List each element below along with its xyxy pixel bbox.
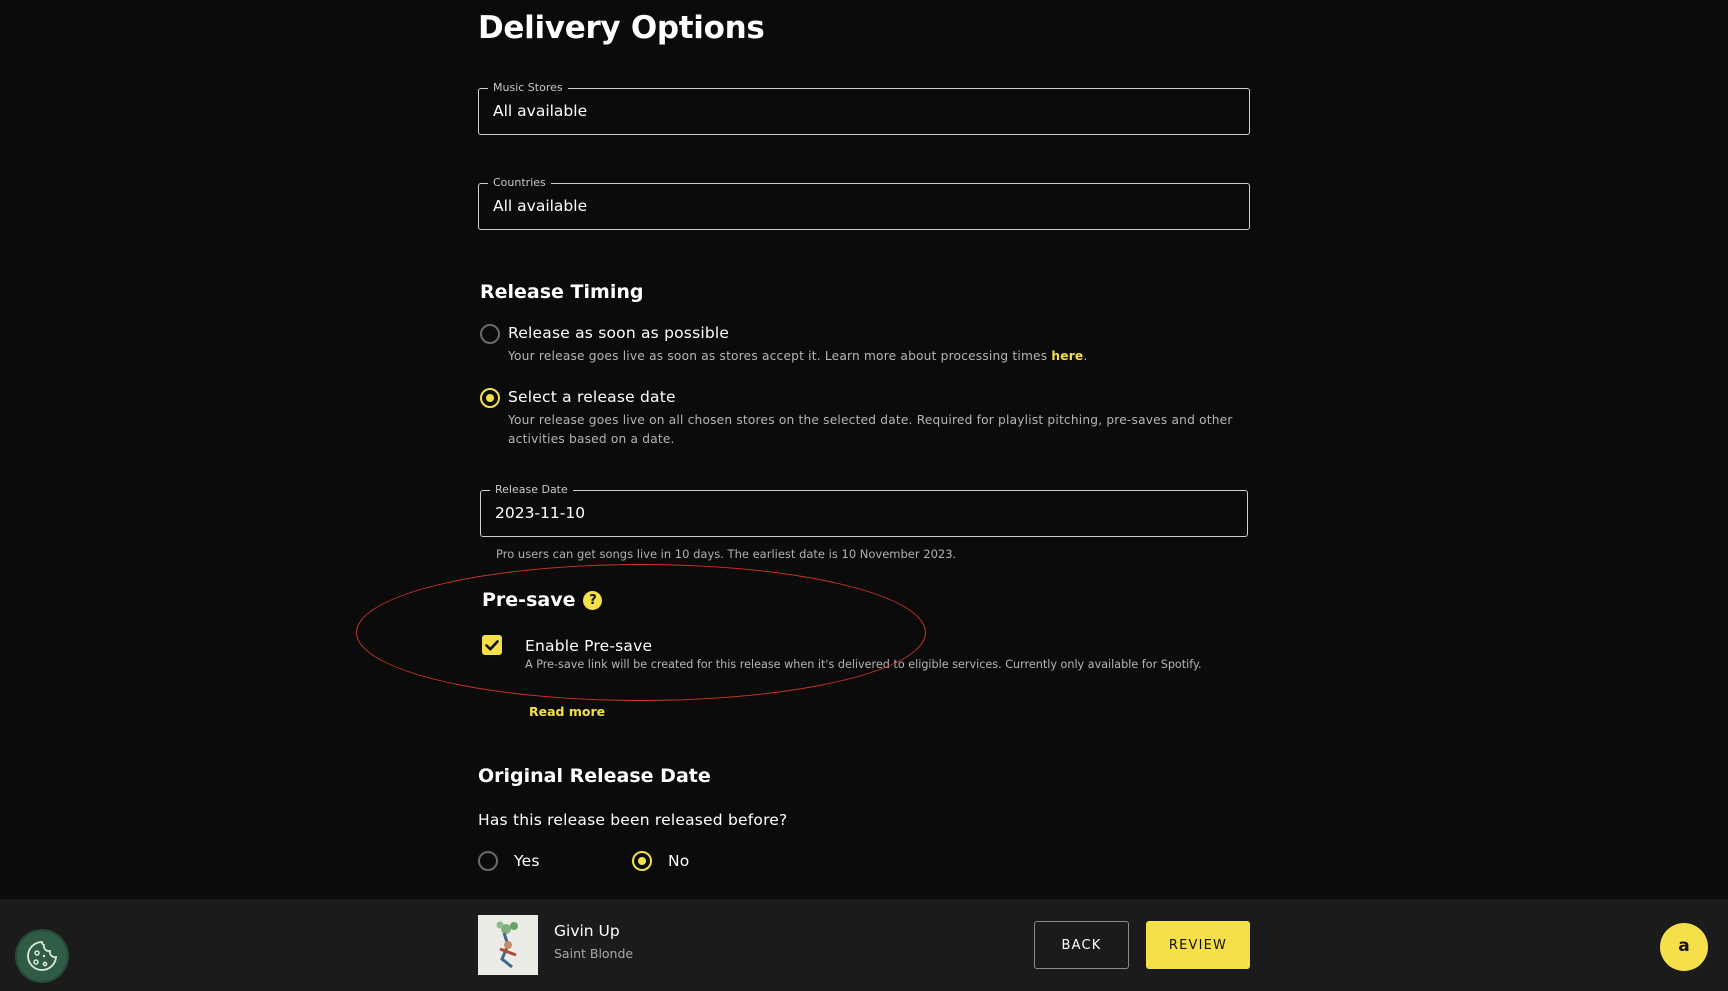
- release-asap-description-suffix: .: [1083, 349, 1088, 363]
- track-title: Givin Up: [554, 922, 620, 940]
- question-icon[interactable]: ?: [583, 591, 603, 610]
- release-asap-radio[interactable]: [480, 324, 500, 344]
- presave-description: A Pre-save link will be created for this…: [525, 658, 1202, 671]
- released-before-yes-radio[interactable]: [478, 851, 498, 871]
- release-asap-description: Your release goes live as soon as stores…: [508, 347, 1248, 366]
- page: Delivery Options Music Stores All availa…: [0, 0, 1728, 991]
- released-before-no-radio[interactable]: [632, 851, 652, 871]
- select-release-date-label[interactable]: Select a release date: [508, 388, 676, 406]
- presave-heading-text: Pre-save: [482, 589, 576, 611]
- music-stores-value: All available: [493, 102, 588, 120]
- released-before-question: Has this release been released before?: [478, 811, 788, 829]
- enable-presave-label[interactable]: Enable Pre-save: [525, 637, 652, 655]
- select-release-date-description: Your release goes live on all chosen sto…: [508, 413, 1233, 446]
- release-timing-heading: Release Timing: [480, 281, 644, 303]
- release-date-label: Release Date: [490, 483, 573, 497]
- back-button[interactable]: BACK: [1034, 921, 1129, 969]
- release-date-input[interactable]: Release Date 2023-11-10: [480, 483, 1248, 537]
- cookie-settings-button[interactable]: [17, 931, 67, 981]
- countries-select[interactable]: Countries All available: [478, 176, 1250, 230]
- countries-value: All available: [493, 197, 588, 215]
- released-before-no-label[interactable]: No: [668, 852, 689, 870]
- annotation-ellipse: [356, 564, 926, 701]
- review-button[interactable]: REVIEW: [1146, 921, 1250, 969]
- chat-button[interactable]: a: [1660, 923, 1708, 971]
- page-title: Delivery Options: [478, 10, 765, 46]
- select-release-date-radio[interactable]: [480, 388, 500, 408]
- read-more-link[interactable]: Read more: [529, 704, 605, 719]
- footer-bar: Givin Up Saint Blonde BACK REVIEW a: [0, 899, 1728, 991]
- presave-heading: Pre-save?: [482, 589, 603, 611]
- release-date-helper: Pro users can get songs live in 10 days.…: [496, 547, 957, 561]
- release-asap-label[interactable]: Release as soon as possible: [508, 324, 729, 342]
- check-icon: [485, 640, 499, 651]
- music-stores-label: Music Stores: [488, 81, 568, 95]
- album-art: [478, 915, 538, 975]
- countries-label: Countries: [488, 176, 551, 190]
- track-artist: Saint Blonde: [554, 946, 634, 961]
- release-asap-description-text: Your release goes live as soon as stores…: [508, 349, 1052, 363]
- release-date-value: 2023-11-10: [495, 504, 586, 522]
- released-before-yes-label[interactable]: Yes: [514, 852, 540, 870]
- music-stores-select[interactable]: Music Stores All available: [478, 81, 1250, 135]
- enable-presave-checkbox[interactable]: [482, 635, 502, 655]
- cookie-icon: [27, 941, 57, 971]
- processing-times-link[interactable]: here: [1051, 349, 1083, 363]
- album-art-image: [478, 915, 538, 975]
- original-release-heading: Original Release Date: [478, 765, 711, 787]
